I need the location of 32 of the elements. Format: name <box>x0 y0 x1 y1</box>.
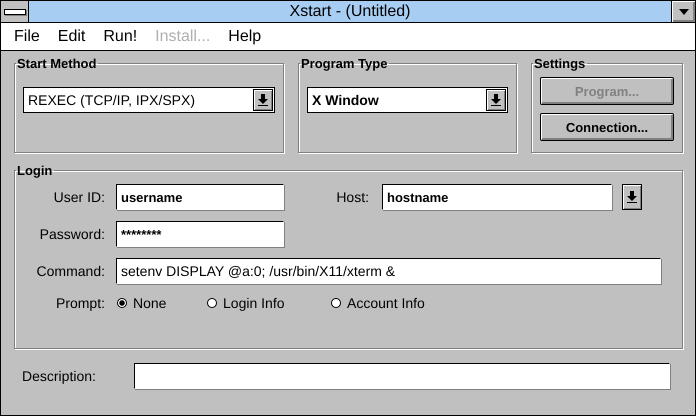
group-title: Program Type <box>300 56 388 71</box>
menu-item[interactable]: Edit <box>48 28 94 46</box>
window-title: Xstart - (Untitled) <box>288 2 412 22</box>
radio-label[interactable]: Account Info <box>347 295 425 311</box>
menu-item[interactable]: File <box>5 28 49 46</box>
system-menu-button[interactable] <box>1 1 29 22</box>
field-label: User ID: <box>52 189 105 205</box>
group-title: Start Method <box>16 56 98 71</box>
minimize-button[interactable] <box>671 1 695 22</box>
password-field[interactable]: ******** <box>116 221 284 247</box>
settings-button[interactable]: Connection... <box>540 113 674 141</box>
field-label: Prompt: <box>54 295 105 311</box>
start-method-dropdown[interactable]: REXEC (TCP/IP, IPX/SPX) <box>23 87 275 113</box>
field-label: Description: <box>22 368 97 384</box>
radio-label[interactable]: None <box>133 295 166 311</box>
command-field[interactable]: setenv DISPLAY @a:0; /usr/bin/X11/xterm & <box>116 258 661 284</box>
radio-button[interactable] <box>331 298 341 308</box>
radio-button[interactable] <box>207 298 217 308</box>
program-type-dropdown[interactable]: X Window <box>307 87 508 113</box>
host-field[interactable]: hostname <box>382 184 612 210</box>
radio-button[interactable] <box>117 298 127 308</box>
field-label: Password: <box>38 226 105 242</box>
field-label: Command: <box>36 263 105 279</box>
radio-label[interactable]: Login Info <box>223 295 284 311</box>
menu-item[interactable]: Help <box>219 28 270 46</box>
menu-item[interactable]: Run! <box>94 28 146 46</box>
description-field[interactable] <box>134 363 670 389</box>
down-triangle-icon <box>678 8 688 14</box>
group-title: Settings <box>533 56 586 71</box>
field-label: Host: <box>335 189 369 205</box>
user-id-field[interactable]: username <box>116 184 284 210</box>
group-title: Login <box>16 163 54 178</box>
